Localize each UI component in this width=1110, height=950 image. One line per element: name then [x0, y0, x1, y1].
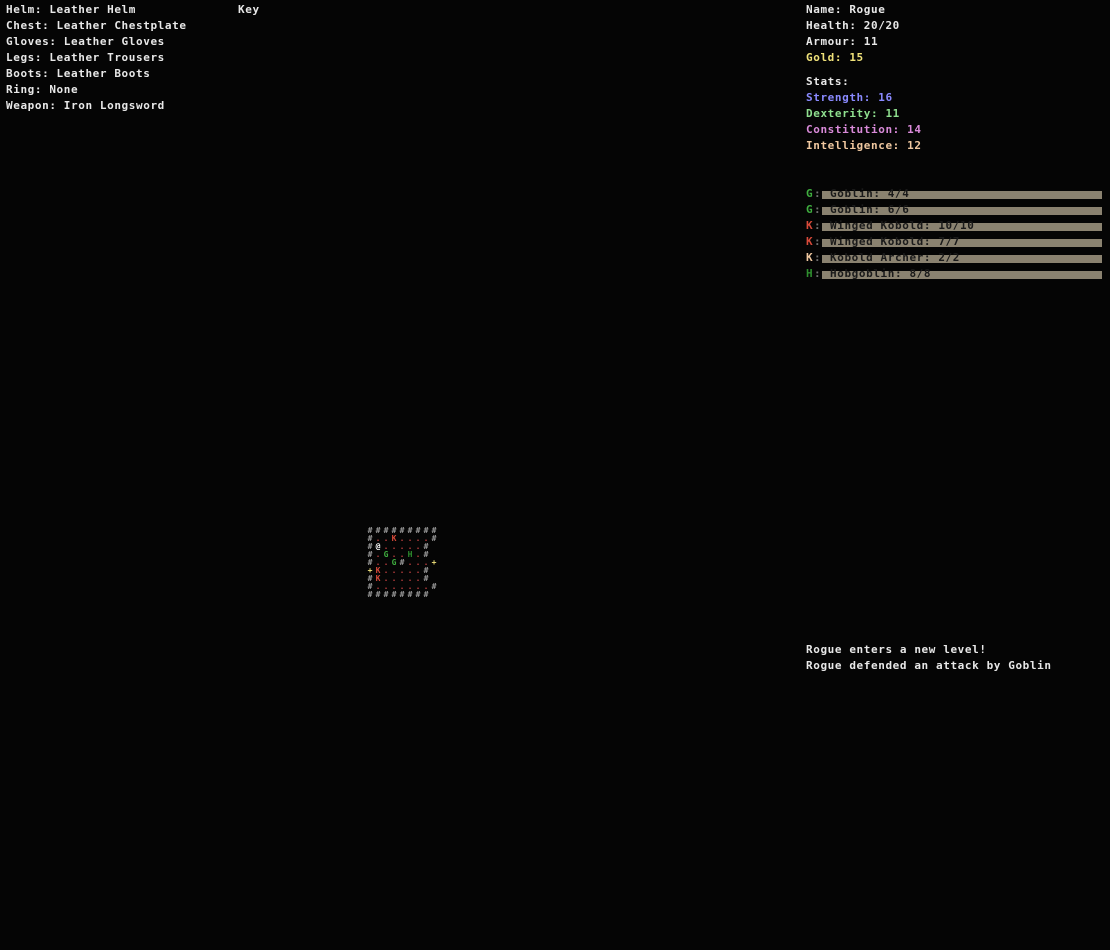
dungeon-map[interactable]: # # # # # # # # # #.. K.... # # @..... # #. G.. H. # #.. G #.… [366, 527, 438, 599]
monster-separator: : [814, 219, 822, 232]
wall-tile: # [415, 590, 421, 599]
monster-row: G: Goblin: 4/4 [806, 186, 1102, 202]
wall-tile: # [431, 534, 437, 543]
monster-glyph: G [806, 187, 814, 200]
map-row: # # # # # # # # [366, 591, 438, 599]
monster-name-hp: Kobold Archer: 2/2 [830, 251, 961, 264]
wall-tile: # [391, 590, 397, 599]
message-line: Rogue enters a new level! [806, 643, 987, 656]
equipment-ring: Ring: None [6, 83, 79, 96]
visible-monsters-list: G: Goblin: 4/4 G: Goblin: 6/6 K: Winged Ko… [806, 186, 1102, 282]
monster-glyph: K [806, 219, 814, 232]
monster-name-hp: Goblin: 4/4 [830, 187, 910, 200]
equipment-weapon: Weapon: Iron Longsword [6, 99, 165, 112]
inventory-key-item[interactable]: Key [238, 2, 260, 18]
monster-separator: : [814, 187, 822, 200]
equipment-chest: Chest: Leather Chestplate [6, 19, 187, 32]
monster-separator: : [814, 235, 822, 248]
wall-tile: # [431, 582, 437, 591]
monster-name-hp: Winged Kobold: 10/10 [830, 219, 975, 232]
wall-tile: # [407, 590, 413, 599]
stat-constitution: Constitution: 14 [806, 123, 922, 136]
stat-strength: Strength: 16 [806, 91, 893, 104]
message-log: Rogue enters a new level! Rogue defended… [806, 642, 1052, 674]
monster-row: K: Kobold Archer: 2/2 [806, 250, 1102, 266]
wall-tile: # [375, 590, 381, 599]
equipment-boots: Boots: Leather Boots [6, 67, 151, 80]
character-name: Name: Rogue [806, 3, 886, 16]
monster-row: G: Goblin: 6/6 [806, 202, 1102, 218]
wall-tile: # [399, 590, 405, 599]
character-armour: Armour: 11 [806, 35, 879, 48]
equipment-gloves: Gloves: Leather Gloves [6, 35, 165, 48]
equipment-legs: Legs: Leather Trousers [6, 51, 165, 64]
equipment-panel: Helm: Leather Helm Chest: Leather Chestp… [6, 2, 187, 114]
monster-glyph: H [806, 267, 814, 280]
monster-glyph: K [806, 251, 814, 264]
monster-separator: : [814, 203, 822, 216]
stat-dexterity: Dexterity: 11 [806, 107, 900, 120]
monster-glyph: K [806, 235, 814, 248]
character-health: Health: 20/20 [806, 19, 900, 32]
monster-row: H: Hobgoblin: 8/8 [806, 266, 1102, 282]
character-gold: Gold: 15 [806, 51, 864, 64]
monster-separator: : [814, 251, 822, 264]
monster-name-hp: Goblin: 6/6 [830, 203, 910, 216]
wall-tile: # [423, 590, 429, 599]
monster-row: K: Winged Kobold: 10/10 [806, 218, 1102, 234]
monster-name-hp: Winged Kobold: 7/7 [830, 235, 961, 248]
monster-name-hp: Hobgoblin: 8/8 [830, 267, 932, 280]
wall-tile: # [383, 590, 389, 599]
character-panel: Name: Rogue Health: 20/20 Armour: 11 Gol… [806, 2, 922, 154]
message-line: Rogue defended an attack by Goblin [806, 659, 1052, 672]
door-tile: + [431, 558, 437, 567]
monster-glyph: G [806, 203, 814, 216]
monster-separator: : [814, 267, 822, 280]
stat-intelligence: Intelligence: 12 [806, 139, 922, 152]
wall-tile: # [367, 590, 373, 599]
equipment-helm: Helm: Leather Helm [6, 3, 137, 16]
monster-row: K: Winged Kobold: 7/7 [806, 234, 1102, 250]
stats-header: Stats: [806, 75, 850, 88]
